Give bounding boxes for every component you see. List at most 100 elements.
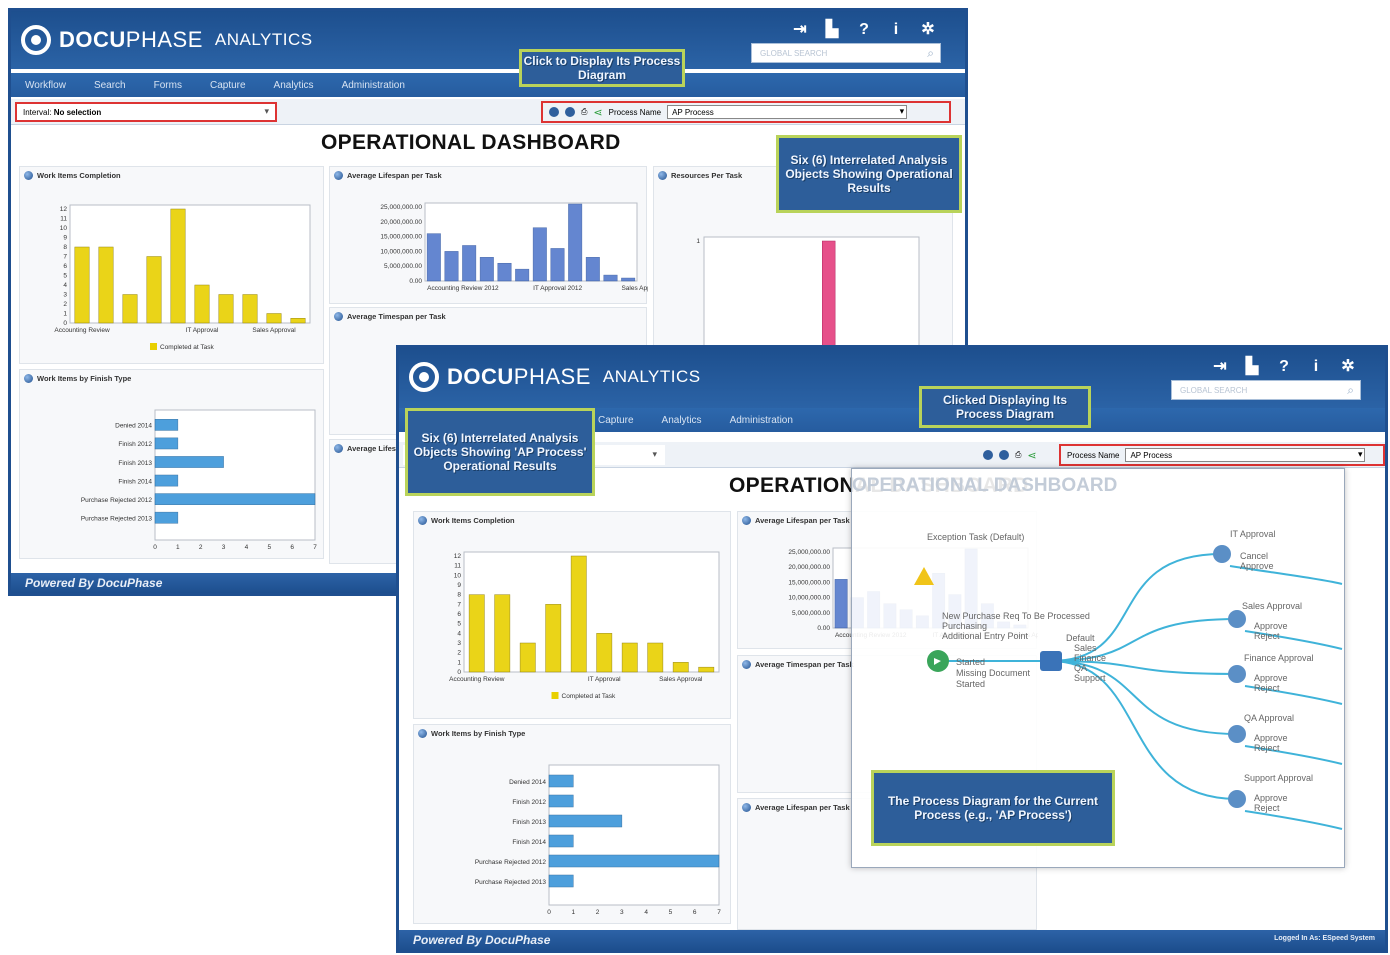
dashboard-title: OPERATIONAL DASHBOARD [321, 131, 621, 154]
panel-title-text: Average Lifespan per Task [755, 516, 850, 525]
bar [154, 419, 179, 431]
product-name: ANALYTICS [602, 367, 701, 386]
panel-title-text: Work Items Completion [37, 171, 121, 180]
x-tick-label: 3 [222, 544, 226, 551]
reports-icon[interactable]: ▙ [1241, 356, 1263, 378]
logout-icon[interactable]: ⇥ [789, 19, 811, 41]
y-tick-label: 6 [63, 263, 67, 270]
y-tick-label: Denied 2014 [509, 779, 546, 786]
bar [479, 257, 494, 282]
process-diagram-icon[interactable]: ⋖ [593, 106, 602, 119]
bar [290, 318, 306, 324]
panel-icon [418, 729, 427, 738]
panel-icon [24, 374, 33, 383]
print-icon[interactable]: ⎙ [581, 107, 587, 117]
y-tick-label: 5 [457, 621, 461, 628]
y-tick-label: Finish 2014 [512, 839, 546, 846]
panel-icon [742, 516, 751, 525]
x-tick-label: 1 [176, 544, 180, 551]
nav-administration[interactable]: Administration [342, 80, 405, 91]
process-label: Approve [1240, 561, 1274, 571]
nav-search[interactable]: Search [94, 80, 126, 91]
x-tick-label: IT Approval 2012 [533, 285, 582, 292]
nav-forms[interactable]: Forms [154, 80, 182, 91]
x-tick-label: 2 [596, 909, 600, 916]
finance-approval-node [1228, 665, 1246, 683]
bar [497, 262, 512, 282]
x-tick-label: 4 [644, 909, 648, 916]
callout-text: The Process Diagram for the Current Proc… [887, 794, 1099, 822]
y-tick-label: 11 [454, 563, 461, 570]
process-label: Finance Approval [1244, 653, 1314, 663]
process-label: Cancel [1240, 551, 1268, 561]
search-icon[interactable]: ⌕ [1347, 383, 1354, 398]
help-icon[interactable]: ? [1273, 356, 1295, 378]
bar [242, 294, 258, 324]
process-name-select[interactable]: AP Process [1125, 448, 1366, 462]
y-tick-label: 10,000,000.00 [788, 595, 830, 602]
info-icon[interactable]: i [885, 19, 907, 41]
interval-select[interactable]: Interval: No selection▾ [15, 102, 277, 122]
y-tick-label: 2 [457, 650, 461, 657]
forward-icon[interactable] [999, 450, 1009, 460]
callout-six-objects: Six (6) Interrelated Analysis Objects Sh… [776, 135, 962, 213]
y-tick-label: Purchase Rejected 2012 [475, 859, 547, 866]
y-tick-label: 15,000,000.00 [788, 579, 830, 586]
y-tick-label: 0 [63, 320, 67, 327]
top-icon-bar: ⇥ ▙ ? i ✲ [789, 19, 939, 41]
settings-icon[interactable]: ✲ [1337, 356, 1359, 378]
y-tick-label: 1 [696, 238, 700, 245]
help-icon[interactable]: ? [853, 19, 875, 41]
global-search-input[interactable]: GLOBAL SEARCH ⌕ [1171, 380, 1361, 400]
search-icon[interactable]: ⌕ [927, 46, 934, 61]
legend-swatch [150, 343, 157, 350]
nav-capture[interactable]: Capture [598, 415, 634, 426]
x-tick-label: 2 [199, 544, 203, 551]
nav-administration[interactable]: Administration [730, 415, 793, 426]
nav-analytics[interactable]: Analytics [274, 80, 314, 91]
dashboard-window-front: DOCUPHASE ANALYTICS ⇥ ▙ ? i ✲ GLOBAL SEA… [396, 345, 1388, 953]
bar [550, 248, 565, 282]
x-tick-label: 5 [267, 544, 271, 551]
bar [494, 594, 511, 673]
back-icon[interactable] [549, 107, 559, 117]
print-icon[interactable]: ⎙ [1015, 450, 1021, 460]
logout-icon[interactable]: ⇥ [1209, 356, 1231, 378]
y-tick-label: Purchase Rejected 2013 [475, 879, 547, 886]
reports-icon[interactable]: ▙ [821, 19, 843, 41]
app-footer: Powered By DocuPhase Logged In As: ESpeed… [399, 930, 1385, 950]
panel-work-items-completion: Work Items Completion Accounting Review I… [413, 511, 731, 719]
back-icon[interactable] [983, 450, 993, 460]
x-tick-label: Accounting Review [449, 676, 505, 683]
x-tick-label: 0 [547, 909, 551, 916]
process-diagram-icon[interactable]: ⋖ [1027, 449, 1036, 462]
nav-capture[interactable]: Capture [210, 80, 246, 91]
forward-icon[interactable] [565, 107, 575, 117]
y-tick-label: 5,000,000.00 [384, 263, 422, 270]
process-label: Reject [1254, 631, 1280, 641]
process-label: Reject [1254, 803, 1280, 813]
global-search-input[interactable]: GLOBAL SEARCH ⌕ [751, 43, 941, 63]
y-tick-label: 8 [63, 244, 67, 251]
y-tick-label: Finish 2012 [512, 799, 546, 806]
x-tick-label: Sales Approval [659, 676, 703, 683]
bar [98, 246, 114, 324]
nav-workflow[interactable]: Workflow [25, 80, 66, 91]
callout-text: Six (6) Interrelated Analysis Objects Sh… [413, 431, 587, 473]
legend-swatch [551, 692, 559, 699]
y-tick-label: Finish 2013 [118, 460, 152, 467]
y-tick-label: 10 [60, 225, 68, 232]
panel-title-text: Average Timespan per Task [755, 660, 854, 669]
info-icon[interactable]: i [1305, 356, 1327, 378]
x-tick-label: 5 [669, 909, 673, 916]
y-tick-label: 0.00 [817, 625, 830, 632]
bar [146, 256, 162, 324]
nav-analytics[interactable]: Analytics [662, 415, 702, 426]
bar [122, 294, 138, 324]
callout-six-objects-ap: Six (6) Interrelated Analysis Objects Sh… [405, 408, 595, 496]
process-name-select[interactable]: AP Process [667, 105, 908, 119]
bar [603, 274, 618, 282]
settings-icon[interactable]: ✲ [917, 19, 939, 41]
bar [515, 268, 530, 282]
panel-title-text: Resources Per Task [671, 171, 743, 180]
